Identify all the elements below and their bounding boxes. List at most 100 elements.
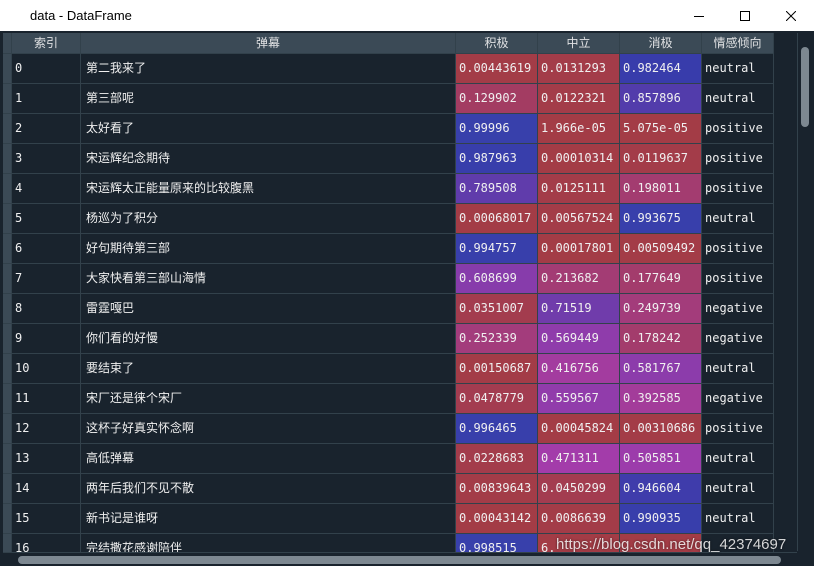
positive-score-cell[interactable]: 0.994757 [456, 234, 538, 264]
danmu-cell[interactable]: 你们看的好慢 [81, 324, 456, 354]
index-cell[interactable]: 12 [12, 414, 81, 444]
index-cell[interactable]: 15 [12, 504, 81, 534]
positive-score-cell[interactable]: 0.0351007 [456, 294, 538, 324]
index-cell[interactable]: 0 [12, 54, 81, 84]
index-cell[interactable]: 2 [12, 114, 81, 144]
index-cell[interactable]: 14 [12, 474, 81, 504]
negative-score-cell[interactable]: 0.505851 [620, 444, 702, 474]
danmu-cell[interactable]: 第三部呢 [81, 84, 456, 114]
danmu-cell[interactable]: 宋运辉太正能量原来的比较腹黑 [81, 174, 456, 204]
positive-score-cell[interactable]: 0.129902 [456, 84, 538, 114]
negative-score-cell[interactable]: 0.946604 [620, 474, 702, 504]
negative-score-cell[interactable]: 0.00509492 [620, 234, 702, 264]
positive-score-cell[interactable]: 0.0478779 [456, 384, 538, 414]
horizontal-scrollbar-thumb[interactable] [18, 556, 781, 564]
sentiment-cell[interactable]: negative [702, 324, 774, 354]
row-header-cell[interactable] [3, 474, 12, 504]
negative-score-cell[interactable]: 5.075e-05 [620, 114, 702, 144]
title-bar[interactable]: data - DataFrame [0, 0, 814, 31]
danmu-cell[interactable]: 这杯子好真实怀念啊 [81, 414, 456, 444]
danmu-cell[interactable]: 完结撒花感谢陪伴 [81, 534, 456, 552]
positive-score-cell[interactable]: 0.00068017 [456, 204, 538, 234]
sentiment-cell[interactable]: positive [702, 234, 774, 264]
danmu-cell[interactable]: 宋运辉纪念期待 [81, 144, 456, 174]
neutral-score-cell[interactable]: 0.0450299 [538, 474, 620, 504]
row-header-cell[interactable] [3, 384, 12, 414]
index-cell[interactable]: 13 [12, 444, 81, 474]
negative-score-cell[interactable]: 0.982464 [620, 54, 702, 84]
row-header-cell[interactable] [3, 324, 12, 354]
danmu-cell[interactable]: 两年后我们不见不散 [81, 474, 456, 504]
neutral-score-cell[interactable]: 0.471311 [538, 444, 620, 474]
row-header-cell[interactable] [3, 114, 12, 144]
index-cell[interactable]: 8 [12, 294, 81, 324]
neutral-score-cell[interactable]: 1.966e-05 [538, 114, 620, 144]
positive-score-cell[interactable]: 0.789508 [456, 174, 538, 204]
index-cell[interactable]: 11 [12, 384, 81, 414]
row-header-cell[interactable] [3, 174, 12, 204]
danmu-cell[interactable]: 第二我来了 [81, 54, 456, 84]
positive-score-cell[interactable]: 0.608699 [456, 264, 538, 294]
danmu-cell[interactable]: 杨巡为了积分 [81, 204, 456, 234]
row-header-cell[interactable] [3, 444, 12, 474]
negative-score-cell[interactable]: 0.178242 [620, 324, 702, 354]
vertical-scrollbar-thumb[interactable] [801, 47, 809, 127]
minimize-button[interactable] [676, 0, 722, 31]
neutral-score-cell[interactable]: 6. [538, 534, 620, 552]
negative-score-cell[interactable]: 0.249739 [620, 294, 702, 324]
column-header-positive[interactable]: 积极 [456, 33, 538, 54]
sentiment-cell[interactable]: positive [702, 264, 774, 294]
neutral-score-cell[interactable]: 0.416756 [538, 354, 620, 384]
row-header-cell[interactable] [3, 144, 12, 174]
row-header-cell[interactable] [3, 414, 12, 444]
negative-score-cell[interactable]: 0.993675 [620, 204, 702, 234]
index-cell[interactable]: 3 [12, 144, 81, 174]
sentiment-cell[interactable]: positive [702, 174, 774, 204]
negative-score-cell[interactable]: 0.00310686 [620, 414, 702, 444]
row-header-cell[interactable] [3, 264, 12, 294]
negative-score-cell[interactable]: 0.990935 [620, 504, 702, 534]
sentiment-cell[interactable]: negative [702, 384, 774, 414]
negative-score-cell[interactable] [620, 534, 702, 552]
index-cell[interactable]: 16 [12, 534, 81, 552]
row-header-cell[interactable] [3, 504, 12, 534]
row-header-cell[interactable] [3, 84, 12, 114]
negative-score-cell[interactable]: 0.177649 [620, 264, 702, 294]
neutral-score-cell[interactable]: 0.0131293 [538, 54, 620, 84]
neutral-score-cell[interactable]: 0.00017801 [538, 234, 620, 264]
positive-score-cell[interactable]: 0.987963 [456, 144, 538, 174]
positive-score-cell[interactable]: 0.99996 [456, 114, 538, 144]
sentiment-cell[interactable]: neutral [702, 504, 774, 534]
positive-score-cell[interactable]: 0.00443619 [456, 54, 538, 84]
sentiment-cell[interactable]: positive [702, 114, 774, 144]
sentiment-cell[interactable]: positive [702, 144, 774, 174]
row-header-cell[interactable] [3, 534, 12, 552]
index-cell[interactable]: 10 [12, 354, 81, 384]
negative-score-cell[interactable]: 0.0119637 [620, 144, 702, 174]
sentiment-cell[interactable] [702, 534, 774, 552]
negative-score-cell[interactable]: 0.857896 [620, 84, 702, 114]
neutral-score-cell[interactable]: 0.0086639 [538, 504, 620, 534]
neutral-score-cell[interactable]: 0.213682 [538, 264, 620, 294]
column-header-negative[interactable]: 消极 [620, 33, 702, 54]
sentiment-cell[interactable]: neutral [702, 84, 774, 114]
index-cell[interactable]: 9 [12, 324, 81, 354]
sentiment-cell[interactable]: neutral [702, 474, 774, 504]
neutral-score-cell[interactable]: 0.0122321 [538, 84, 620, 114]
sentiment-cell[interactable]: neutral [702, 54, 774, 84]
danmu-cell[interactable]: 好句期待第三部 [81, 234, 456, 264]
danmu-cell[interactable]: 雷霆嘎巴 [81, 294, 456, 324]
column-header-index[interactable]: 索引 [12, 33, 81, 54]
horizontal-scrollbar[interactable] [3, 552, 797, 566]
positive-score-cell[interactable]: 0.0228683 [456, 444, 538, 474]
danmu-cell[interactable]: 要结束了 [81, 354, 456, 384]
positive-score-cell[interactable]: 0.252339 [456, 324, 538, 354]
danmu-cell[interactable]: 太好看了 [81, 114, 456, 144]
positive-score-cell[interactable]: 0.998515 [456, 534, 538, 552]
danmu-cell[interactable]: 宋厂还是徕个宋厂 [81, 384, 456, 414]
row-header-cell[interactable] [3, 354, 12, 384]
column-header-neutral[interactable]: 中立 [538, 33, 620, 54]
danmu-cell[interactable]: 大家快看第三部山海情 [81, 264, 456, 294]
maximize-button[interactable] [722, 0, 768, 31]
row-header-corner[interactable] [3, 33, 12, 54]
